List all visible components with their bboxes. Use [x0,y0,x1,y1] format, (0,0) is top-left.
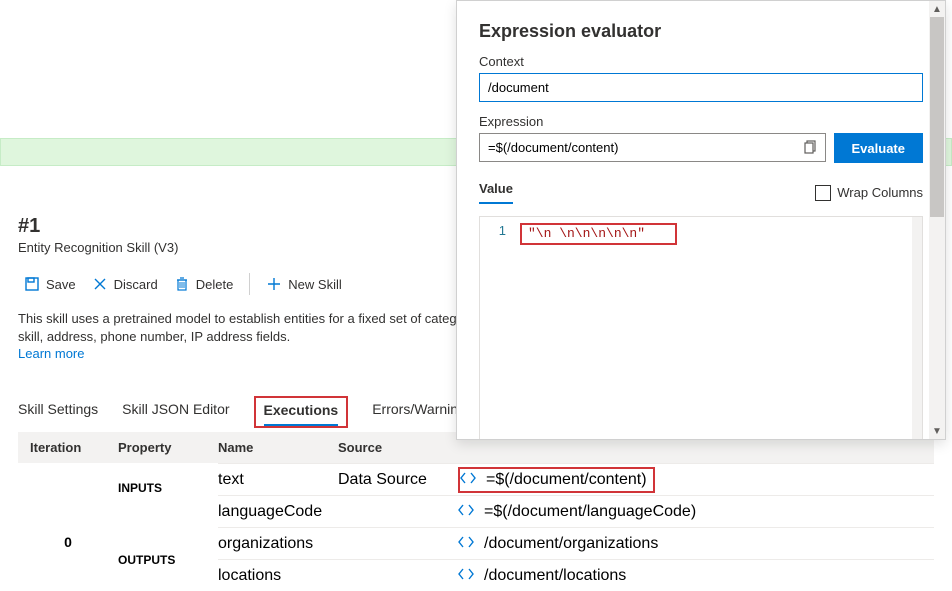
wrap-columns-label: Wrap Columns [837,185,923,200]
row-name-0: text [218,471,338,489]
save-label: Save [46,277,76,292]
code-scrollbar[interactable] [912,217,922,439]
discard-label: Discard [114,277,158,292]
new-skill-label: New Skill [288,277,341,292]
skill-index: #1 [18,215,178,238]
save-icon [24,276,40,292]
code-icon[interactable] [458,503,474,521]
row-source-0: Data Source [338,471,458,489]
wrap-columns-checkbox[interactable] [815,185,831,201]
row-expr-3[interactable]: /document/locations [484,567,626,585]
tab-skill-json[interactable]: Skill JSON Editor [122,401,229,423]
delete-button[interactable]: Delete [168,272,240,296]
row-expr-0[interactable]: =$(/document/content) [486,471,647,489]
new-skill-button[interactable]: New Skill [260,272,347,296]
tab-executions-highlight: Executions [254,396,349,428]
scroll-down-arrow[interactable]: ▼ [929,423,945,439]
iteration-value: 0 [18,534,118,550]
header-iteration: Iteration [18,440,118,455]
result-code-area: 1 "\n \n\n\n\n\n" [479,216,923,439]
toolbar: Save Discard Delete New Skill [18,272,348,296]
learn-more-link[interactable]: Learn more [18,346,84,361]
tab-skill-settings[interactable]: Skill Settings [18,401,98,423]
tab-executions[interactable]: Executions [264,402,339,426]
save-button[interactable]: Save [18,272,82,296]
header-icon [458,440,488,455]
plus-icon [266,276,282,292]
context-input[interactable] [479,73,923,102]
expression-evaluator-panel: ▲ ▼ Expression evaluator Context Express… [456,0,946,440]
executions-table: Iteration Property Name Source 0 INPUTS … [18,432,934,591]
header-source: Source [338,440,458,455]
evaluator-title: Expression evaluator [479,21,923,42]
inputs-label: INPUTS [118,463,218,513]
scroll-up-arrow[interactable]: ▲ [929,1,945,17]
result-value: "\n \n\n\n\n\n" [528,226,645,241]
delete-icon [174,276,190,292]
header-name: Name [218,440,338,455]
code-icon[interactable] [458,567,474,585]
outputs-label: OUTPUTS [118,535,218,585]
panel-scrollbar[interactable]: ▲ ▼ [929,1,945,439]
result-highlight: "\n \n\n\n\n\n" [520,223,677,245]
expression-label: Expression [479,114,923,129]
copy-icon[interactable] [804,140,818,159]
delete-label: Delete [196,277,234,292]
row-expr-1[interactable]: =$(/document/languageCode) [484,503,696,521]
row-name-1: languageCode [218,503,338,521]
skill-name: Entity Recognition Skill (V3) [18,240,178,255]
row-expr-2[interactable]: /document/organizations [484,535,658,553]
toolbar-separator [249,273,250,295]
skill-header: #1 Entity Recognition Skill (V3) [18,215,178,255]
row-name-2: organizations [218,535,338,553]
header-property: Property [118,440,218,455]
line-number: 1 [480,223,520,245]
scroll-thumb[interactable] [930,17,944,217]
value-tab[interactable]: Value [479,181,513,204]
expression-input[interactable] [479,133,826,162]
context-label: Context [479,54,923,69]
header-expr [488,440,934,455]
discard-icon [92,276,108,292]
code-icon[interactable] [460,471,476,489]
wrap-columns-toggle[interactable]: Wrap Columns [815,185,923,201]
code-icon[interactable] [458,535,474,553]
evaluate-button[interactable]: Evaluate [834,133,923,163]
tabs-bar: Skill Settings Skill JSON Editor Executi… [18,396,494,428]
discard-button[interactable]: Discard [86,272,164,296]
row-name-3: locations [218,567,338,585]
